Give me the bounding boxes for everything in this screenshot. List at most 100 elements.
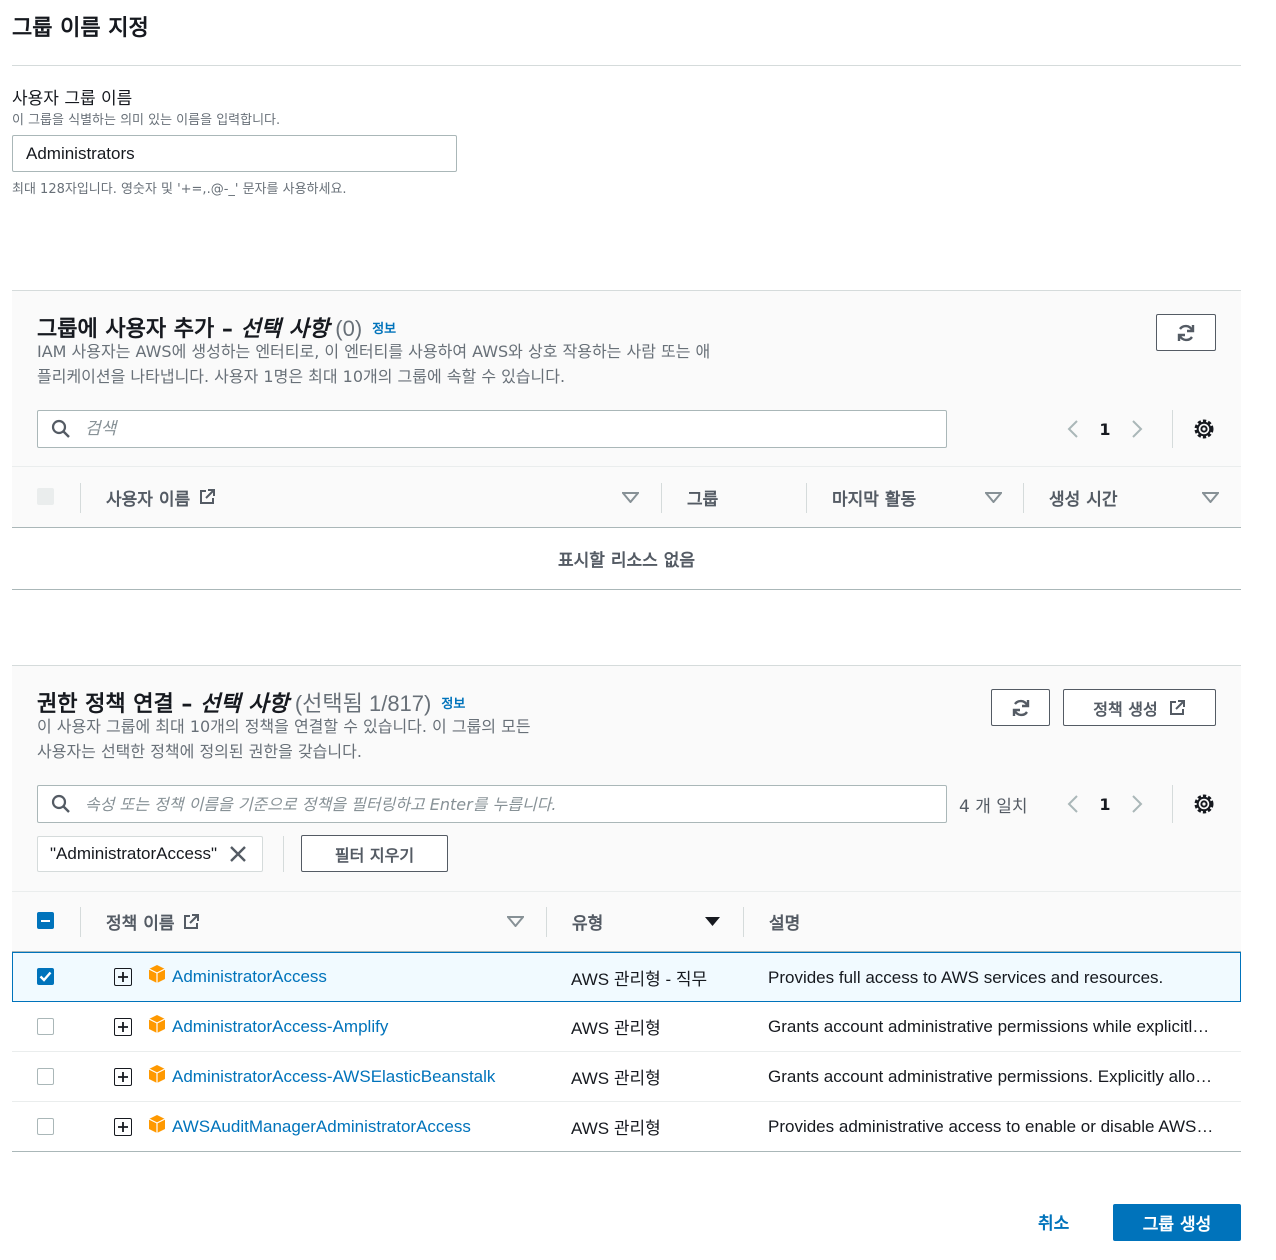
check-icon [39,971,52,982]
policy-row[interactable]: AdministratorAccess-Amplify AWS 관리형 Grants… [12,1002,1241,1052]
column-last-activity[interactable]: 마지막 활동 [832,467,916,527]
column-separator [743,907,744,937]
column-type[interactable]: 유형 [572,892,603,951]
gear-icon[interactable] [1192,792,1216,816]
description-line: 사용자는 선택한 정책에 정의된 권한을 갖습니다. [37,742,362,761]
divider [12,65,1241,66]
policy-name-link[interactable]: AdministratorAccess-Amplify [172,1002,388,1051]
refresh-icon [1177,324,1195,341]
aws-managed-package-icon [148,1014,166,1033]
info-link[interactable]: 정보 [441,697,465,712]
policy-name-link[interactable]: AWSAuditManagerAdministratorAccess [172,1102,471,1151]
clear-filter-button[interactable]: 필터 지우기 [301,835,448,872]
add-users-description: IAM 사용자는 AWS에 생성하는 엔터티로, 이 엔터티를 사용하여 AWS… [37,339,710,389]
policy-pagination: 1 [1062,785,1148,823]
policy-type: AWS 관리형 [571,1019,661,1038]
column-separator [806,483,807,513]
filter-token: "AdministratorAccess" [37,836,263,872]
select-all-checkbox[interactable] [37,912,54,929]
prev-page-icon[interactable] [1062,419,1084,439]
group-name-constraint: 최대 128자입니다. 영숫자 및 '+=,.@-_' 문자를 사용하세요. [12,182,347,197]
expand-icon[interactable] [114,1018,132,1036]
policies-description: 이 사용자 그룹에 최대 10개의 정책을 연결할 수 있습니다. 이 그룹의 … [37,714,531,764]
page-number[interactable]: 1 [1084,795,1126,814]
group-name-description: 이 그룹을 식별하는 의미 있는 이름을 입력합니다. [12,113,281,128]
aws-managed-package-icon [148,1114,166,1133]
info-link[interactable]: 정보 [372,322,396,337]
user-search-box[interactable] [37,410,947,448]
policy-name-link[interactable]: AdministratorAccess [172,953,327,1001]
create-group-button[interactable]: 그룹 생성 [1113,1204,1241,1241]
sort-icon[interactable] [1202,492,1219,503]
create-policy-button[interactable]: 정책 생성 [1063,689,1216,726]
close-icon[interactable] [229,845,247,863]
policy-type: AWS 관리형 [571,1069,661,1088]
policy-search-input[interactable] [83,793,946,815]
empty-state: 표시할 리소스 없음 [12,528,1241,590]
row-checkbox[interactable] [37,968,54,985]
policy-name-link[interactable]: AdministratorAccess-AWSElasticBeanstalk [172,1052,495,1101]
policy-row[interactable]: AdministratorAccess-AWSElasticBeanstalk A… [12,1052,1241,1102]
policy-description: Provides full access to AWS services and… [768,968,1164,987]
expand-icon[interactable] [114,1118,132,1136]
column-user-name[interactable]: 사용자 이름 [106,467,216,527]
aws-managed-package-icon [148,1064,166,1083]
cancel-button[interactable]: 취소 [1038,1209,1069,1234]
next-page-icon[interactable] [1126,794,1148,814]
column-description[interactable]: 설명 [769,892,800,951]
user-pagination: 1 [1062,410,1148,448]
page-number[interactable]: 1 [1084,420,1126,439]
group-name-input[interactable] [12,135,457,172]
sort-icon[interactable] [622,492,639,503]
prev-page-icon[interactable] [1062,794,1084,814]
row-checkbox[interactable] [37,1018,54,1035]
divider [283,836,284,872]
policy-description: Grants account administrative permission… [768,1067,1216,1086]
add-users-panel: 그룹에 사용자 추가 – 선택 사항 (0) 정보 IAM 사용자는 AWS에 생… [12,290,1241,466]
column-separator [80,907,81,937]
refresh-icon [1012,699,1029,716]
next-page-icon[interactable] [1126,419,1148,439]
column-policy-name[interactable]: 정책 이름 [106,892,200,951]
policy-row[interactable]: AWSAuditManagerAdministratorAccess AWS 관리… [12,1102,1241,1152]
policy-row[interactable]: AdministratorAccess AWS 관리형 - 직무 Provides … [12,952,1241,1002]
column-groups[interactable]: 그룹 [687,467,718,527]
sort-icon[interactable] [507,916,524,927]
column-separator [546,907,547,937]
row-checkbox[interactable] [37,1068,54,1085]
expand-icon[interactable] [114,1068,132,1086]
column-label: 정책 이름 [106,914,175,934]
match-count: 4 개 일치 [959,797,1028,817]
description-line: 플리케이션을 나타냅니다. 사용자 1명은 최대 10개의 그룹에 속할 수 있… [37,367,566,386]
divider [1172,785,1173,823]
user-search-input[interactable] [83,418,946,440]
indeterminate-icon [41,919,50,922]
expand-icon[interactable] [114,968,132,986]
gear-icon[interactable] [1192,417,1216,441]
user-count: (0) [329,316,363,341]
column-separator [80,483,81,513]
sort-active-icon[interactable] [704,916,721,927]
divider [1172,410,1173,448]
search-icon [51,794,75,814]
refresh-button[interactable] [1156,314,1216,351]
column-creation-time[interactable]: 생성 시간 [1049,467,1117,527]
row-checkbox[interactable] [37,1118,54,1135]
create-policy-label: 정책 생성 [1093,699,1158,719]
policy-type: AWS 관리형 - 직무 [571,969,708,989]
column-separator [661,483,662,513]
sort-icon[interactable] [985,492,1002,503]
aws-managed-package-icon [148,964,166,983]
external-link-icon [182,913,200,931]
policy-search-box[interactable] [37,785,947,823]
search-icon [51,419,75,439]
column-label: 사용자 이름 [106,489,191,510]
policy-description: Grants account administrative permission… [768,1017,1216,1036]
external-link-icon [198,488,216,506]
selected-count: (선택됨 1/817) [288,691,432,716]
policies-panel: 권한 정책 연결 – 선택 사항 (선택됨 1/817) 정보 이 사용자 그룹에… [12,665,1241,892]
policy-type: AWS 관리형 [571,1119,661,1138]
policy-description: Provides administrative access to enable… [768,1117,1216,1136]
description-line: IAM 사용자는 AWS에 생성하는 엔터티로, 이 엔터티를 사용하여 AWS… [37,342,711,361]
refresh-button[interactable] [991,689,1050,726]
